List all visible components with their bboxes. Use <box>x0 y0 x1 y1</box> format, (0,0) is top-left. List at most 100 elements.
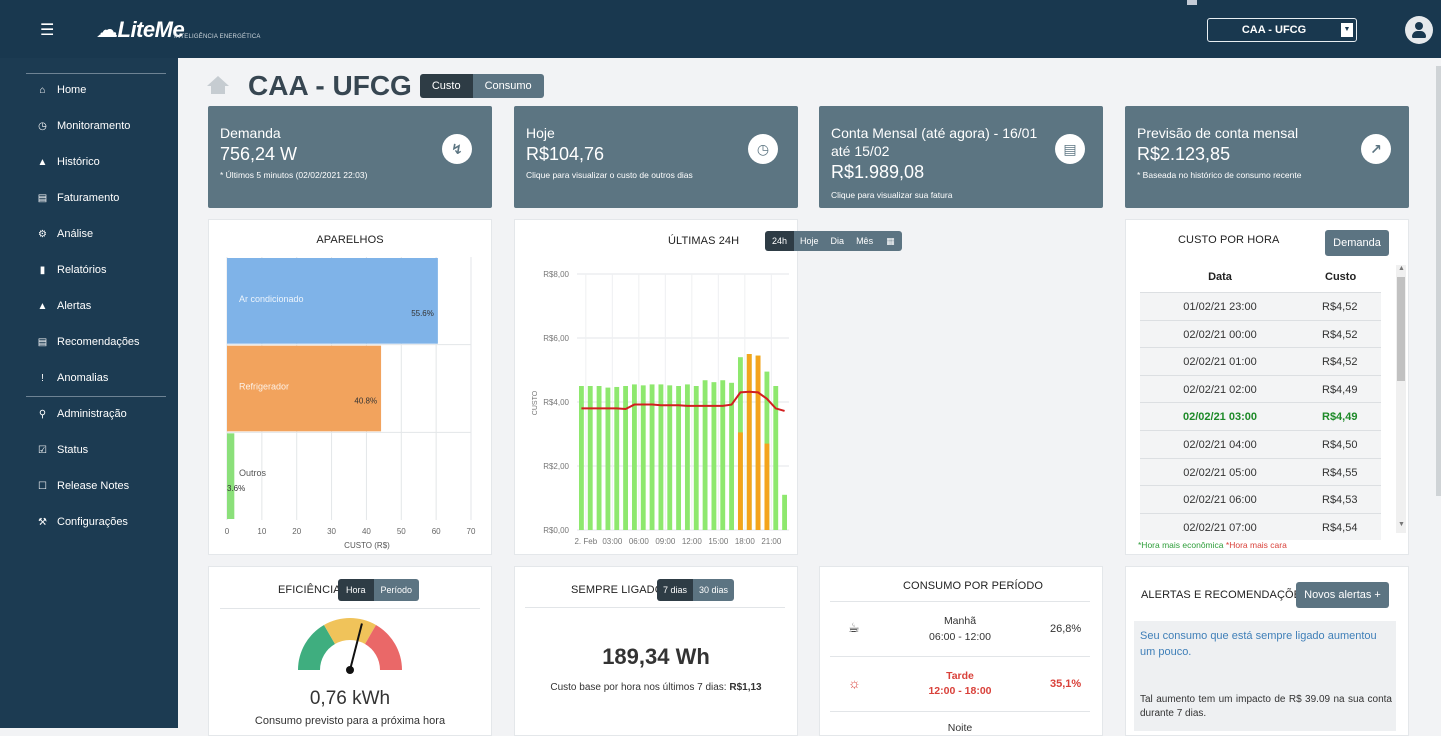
calendar-icon[interactable]: ▦ <box>879 231 902 251</box>
tab-dia[interactable]: Dia <box>824 231 851 251</box>
table-scrollbar[interactable]: ▲ ▼ <box>1396 265 1406 533</box>
table-row[interactable]: 02/02/21 04:00 R$4,50 <box>1140 430 1381 458</box>
table-row[interactable]: 02/02/21 03:00 R$4,49 <box>1140 402 1381 430</box>
exclamation-icon: ! <box>41 372 44 384</box>
demanda-button[interactable]: Demanda <box>1325 230 1389 256</box>
home-icon[interactable] <box>206 76 230 96</box>
tab-periodo[interactable]: Período <box>373 579 420 601</box>
row-date: 02/02/21 01:00 <box>1183 356 1257 369</box>
scroll-marker <box>1187 0 1197 5</box>
sidebar-item-label: Home <box>57 84 87 96</box>
sidebar-item-historico[interactable]: ▲ Histórico <box>36 152 100 172</box>
toggle-consumo[interactable]: Consumo <box>472 74 544 98</box>
hamburger-icon[interactable]: ☰ <box>40 20 54 40</box>
tab-hoje[interactable]: Hoje <box>794 231 825 251</box>
table-row[interactable]: 01/02/21 23:00 R$4,52 <box>1140 292 1381 320</box>
table-row[interactable]: 02/02/21 05:00 R$4,55 <box>1140 457 1381 486</box>
toggle-custo[interactable]: Custo <box>419 74 473 98</box>
sidebar-item-faturamento[interactable]: ▤ Faturamento <box>36 188 120 208</box>
bar-ponta <box>755 355 761 530</box>
sidebar-item-anomalias[interactable]: ! Anomalias <box>36 368 108 388</box>
bar-fora-ponta <box>667 385 673 530</box>
table-row[interactable]: 02/02/21 00:00 R$4,52 <box>1140 319 1381 348</box>
scroll-thumb[interactable] <box>1397 277 1405 381</box>
tab-hora[interactable]: Hora <box>338 579 374 601</box>
logo[interactable]: ☁LiteMe <box>96 17 185 43</box>
user-avatar-icon[interactable] <box>1405 16 1433 44</box>
alert-body: Tal aumento tem um impacto de R$ 39.09 n… <box>1140 694 1392 719</box>
bar-fora-ponta <box>782 494 788 530</box>
divider <box>525 607 785 608</box>
page-scrollbar[interactable] <box>1436 66 1441 496</box>
sidebar-item-recomendacoes[interactable]: ▤ Recomendações <box>36 332 140 352</box>
sidebar-item-relatorios[interactable]: ▮ Relatórios <box>36 260 107 280</box>
x-tick-label: 20 <box>292 527 301 536</box>
x-tick-label: 15:00 <box>708 537 729 546</box>
row-cost: R$4,52 <box>1322 356 1358 369</box>
sidebar-divider <box>26 73 166 74</box>
kpi-conta-mensal[interactable]: Conta Mensal (até agora) - 16/01 até 15/… <box>819 106 1103 208</box>
periodo-manha-hours: 06:00 - 12:00 <box>929 631 991 643</box>
bar-ponta <box>764 443 770 530</box>
kpi-previsao[interactable]: Previsão de conta mensal R$2.123,85 * Ba… <box>1125 106 1409 208</box>
row-date: 02/02/21 06:00 <box>1183 494 1257 507</box>
scroll-up-icon[interactable]: ▲ <box>1398 265 1405 272</box>
sidebar-item-status[interactable]: ☑ Status <box>36 440 88 460</box>
bar-percent-label: 55.6% <box>411 309 434 318</box>
bar-fora-ponta <box>711 382 717 530</box>
sidebar-item-release-notes[interactable]: ☐ Release Notes <box>36 476 129 496</box>
kpi-hoje[interactable]: Hoje R$104,76 Clique para visualizar o c… <box>514 106 798 208</box>
alert-item[interactable]: Seu consumo que está sempre ligado aumen… <box>1134 621 1396 731</box>
tab-30-dias[interactable]: 30 dias <box>693 579 735 601</box>
kpi-demanda[interactable]: Demanda 756,24 W * Últimos 5 minutos (02… <box>208 106 492 208</box>
bar-fora-ponta <box>693 386 699 530</box>
x-tick-label: 50 <box>397 527 406 536</box>
x-axis-label: CUSTO (R$) <box>344 541 390 550</box>
x-tick-label: 40 <box>362 527 371 536</box>
tab-mes[interactable]: Mês <box>850 231 880 251</box>
row-date: 02/02/21 00:00 <box>1183 328 1257 341</box>
list-icon: ▤ <box>37 336 48 348</box>
x-tick-label: 10 <box>257 527 266 536</box>
sidebar-item-label: Anomalias <box>57 372 109 384</box>
sidebar-item-home[interactable]: ⌂ Home <box>36 80 86 100</box>
x-tick-label: 12:00 <box>682 537 703 546</box>
table-row[interactable]: 02/02/21 02:00 R$4,49 <box>1140 374 1381 403</box>
tab-7-dias[interactable]: 7 dias <box>657 579 694 601</box>
bar-fora-ponta <box>649 384 655 530</box>
note-icon: ☐ <box>38 480 47 492</box>
row-cost: R$4,52 <box>1322 328 1358 341</box>
sidebar-item-analise[interactable]: ⚙ Análise <box>36 224 93 244</box>
table-row[interactable]: 02/02/21 07:00 R$4,54 <box>1140 512 1381 541</box>
tab-24h[interactable]: 24h <box>765 231 795 251</box>
eficiencia-value: 0,76 kWh <box>309 688 391 709</box>
bar-fora-ponta <box>658 384 664 530</box>
kpi-note: * Últimos 5 minutos (02/02/2021 22:03) <box>220 170 368 180</box>
check-square-icon: ☑ <box>38 444 47 456</box>
custo-por-hora-title: CUSTO POR HORA <box>1178 234 1280 246</box>
sidebar: ⌂ Home ◷ Monitoramento ▲ Histórico ▤ Faturam… <box>0 58 178 728</box>
sidebar-item-alertas[interactable]: ▲ Alertas <box>36 296 92 316</box>
sidebar-item-administracao[interactable]: ⚲ Administração <box>36 404 127 424</box>
sidebar-item-label: Alertas <box>57 300 92 312</box>
sidebar-item-label: Faturamento <box>57 192 120 204</box>
site-selector[interactable]: CAA - UFCG ▼ <box>1207 18 1357 42</box>
sidebar-item-monitoramento[interactable]: ◷ Monitoramento <box>36 116 130 136</box>
caption-text: Custo base por hora nos últimos 7 dias: <box>550 682 730 693</box>
sidebar-item-configuracoes[interactable]: ⚒ Configurações <box>36 512 128 532</box>
coffee-icon: ☕ <box>848 620 860 635</box>
custo-consumo-toggle: Custo Consumo <box>419 74 544 98</box>
kpi-title: Hoje <box>526 125 555 141</box>
kpi-value: 756,24 W <box>220 144 298 164</box>
row-cost: R$4,52 <box>1322 301 1358 313</box>
table-row[interactable]: 02/02/21 06:00 R$4,53 <box>1140 485 1381 513</box>
sidebar-item-label: Configurações <box>57 516 128 528</box>
scroll-down-icon[interactable]: ▼ <box>1398 521 1405 528</box>
table-row[interactable]: 02/02/21 01:00 R$4,52 <box>1140 347 1381 375</box>
kpi-value: R$1.989,08 <box>831 162 925 182</box>
novos-alertas-button[interactable]: Novos alertas + <box>1296 582 1389 608</box>
divider <box>220 608 480 609</box>
row-date: 02/02/21 05:00 <box>1183 466 1257 479</box>
kpi-title: Previsão de conta mensal <box>1137 125 1299 141</box>
credit-card-icon: ▤ <box>37 192 48 204</box>
